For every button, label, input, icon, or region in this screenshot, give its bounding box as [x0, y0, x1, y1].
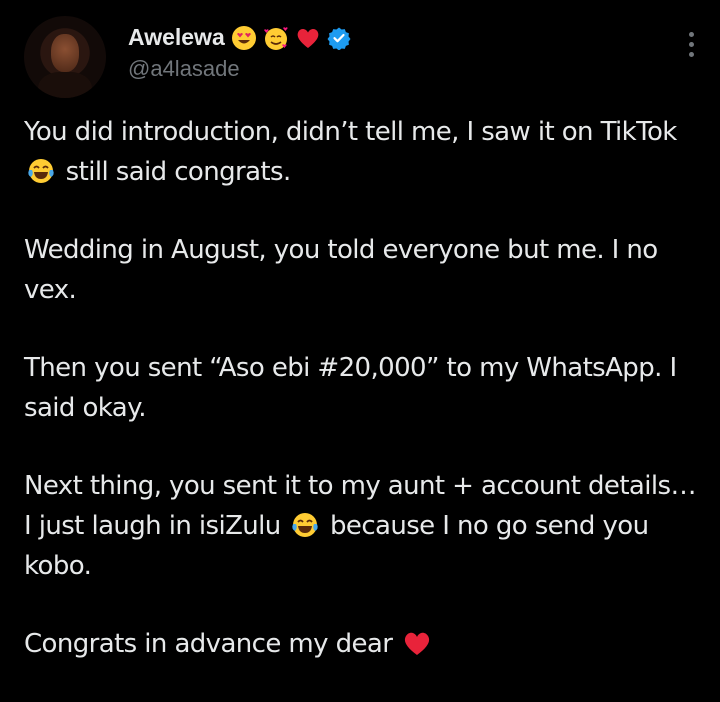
tweet-text-line: You did introduction, didn’t tell me, I …: [24, 117, 677, 147]
avatar-face: [51, 34, 79, 72]
avatar-body: [38, 72, 92, 98]
tweet-text-line: Wedding in August, you told everyone but…: [24, 235, 658, 305]
tweet-paragraph: Congrats in advance my dear: [24, 624, 700, 664]
tweet-paragraph: Then you sent “Aso ebi #20,000” to my Wh…: [24, 348, 700, 428]
verified-badge-icon[interactable]: [327, 26, 351, 50]
tweet-paragraph: You did introduction, didn’t tell me, I …: [24, 112, 700, 192]
tweet-text-line: Congrats in advance my dear: [24, 629, 393, 659]
tweet-header: Awelewa @a4lasade: [24, 16, 704, 100]
avatar[interactable]: [24, 16, 106, 98]
name-row: Awelewa: [128, 24, 351, 51]
red-heart-icon: [297, 28, 319, 48]
red-heart-icon: [404, 632, 430, 655]
smiling-face-with-hearts-icon: [263, 26, 288, 50]
tweet-text-line: still said congrats.: [65, 157, 292, 187]
more-options-icon[interactable]: [686, 32, 696, 62]
tears-of-joy-icon: [292, 513, 319, 537]
tweet-paragraph: Wedding in August, you told everyone but…: [24, 230, 700, 310]
user-handle[interactable]: @a4lasade: [128, 56, 240, 82]
tweet-text-line: Then you sent “Aso ebi #20,000” to my Wh…: [24, 353, 677, 423]
tears-of-joy-icon: [28, 159, 54, 183]
heart-eyes-icon: [231, 25, 256, 50]
tweet-paragraph: Next thing, you sent it to my aunt + acc…: [24, 466, 700, 586]
tweet-text: You did introduction, didn’t tell me, I …: [24, 112, 700, 702]
display-name[interactable]: Awelewa: [128, 24, 225, 51]
